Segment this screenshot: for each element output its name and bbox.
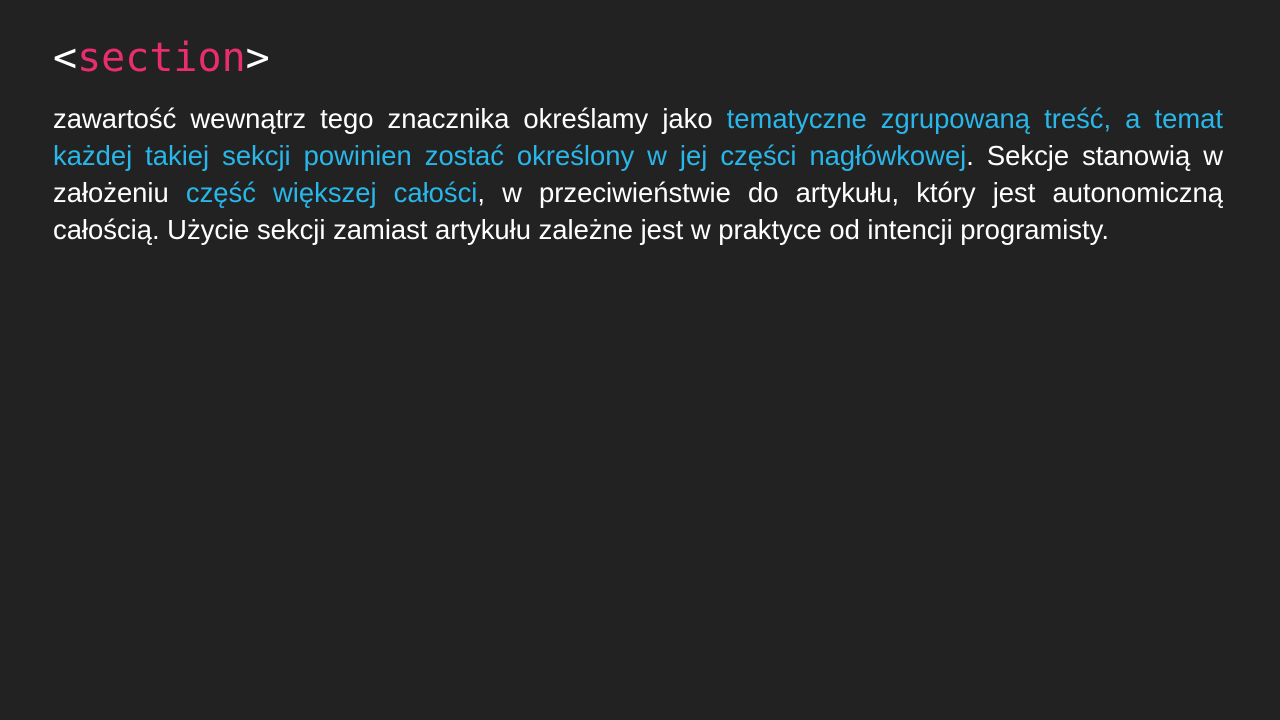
paragraph-text-1: zawartość wewnątrz tego znacznika określ… xyxy=(53,103,727,134)
body-paragraph: zawartość wewnątrz tego znacznika określ… xyxy=(53,100,1223,248)
title-open-bracket: < xyxy=(53,35,78,81)
title-close-bracket: > xyxy=(245,35,270,81)
slide-title: <section> xyxy=(53,36,270,80)
paragraph-highlight-2: część większej całości xyxy=(185,177,478,208)
title-tag-name: section xyxy=(77,35,246,81)
slide: <section> zawartość wewnątrz tego znaczn… xyxy=(0,0,1280,720)
